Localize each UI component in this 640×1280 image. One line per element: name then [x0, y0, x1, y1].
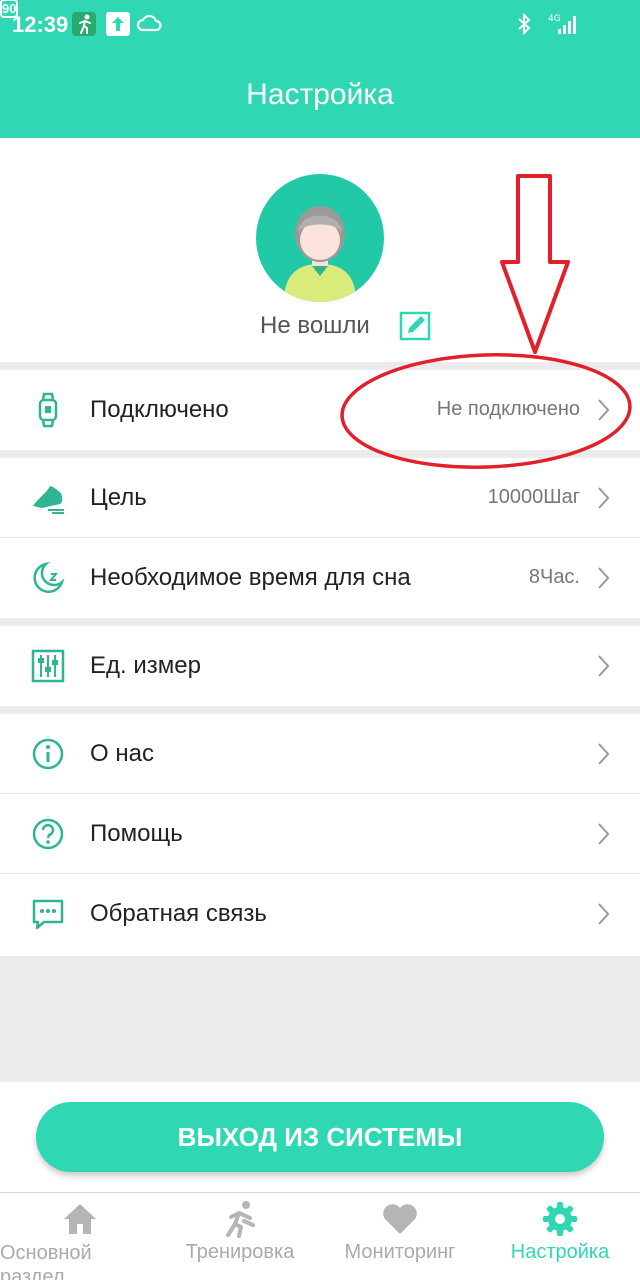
goals-group: Цель 10000Шаг Необходимое время для сна … [0, 458, 640, 618]
signal-4g-icon: 4G [546, 12, 580, 36]
about-row[interactable]: О нас [0, 714, 640, 794]
logout-area: ВЫХОД ИЗ СИСТЕМЫ [0, 1082, 640, 1192]
status-time: 12:39 [12, 12, 69, 37]
logout-button[interactable]: ВЫХОД ИЗ СИСТЕМЫ [36, 1102, 604, 1172]
feedback-row[interactable]: Обратная связь [0, 874, 640, 954]
chevron-right-icon [596, 820, 612, 848]
help-label: Помощь [90, 820, 183, 847]
home-icon [60, 1199, 100, 1239]
avatar[interactable] [256, 174, 384, 302]
chevron-right-icon [596, 396, 612, 424]
page-title: Настройка [246, 78, 394, 111]
connection-group: Подключено Не подключено [0, 370, 640, 450]
moon-icon [30, 560, 66, 596]
tab-training[interactable]: Тренировка [160, 1193, 320, 1280]
connected-row[interactable]: Подключено Не подключено [0, 370, 640, 450]
gear-icon [540, 1199, 580, 1239]
help-icon [30, 816, 66, 852]
tab-monitoring[interactable]: Мониторинг [320, 1193, 480, 1280]
tab-training-label: Тренировка [185, 1241, 295, 1263]
sleep-row[interactable]: Необходимое время для сна 8Час. [0, 538, 640, 618]
profile-section: Не вошли [0, 138, 640, 362]
upload-icon [106, 12, 130, 36]
run-icon [220, 1199, 260, 1239]
tab-monitoring-label: Мониторинг [344, 1241, 456, 1263]
chevron-right-icon [596, 740, 612, 768]
svg-text:4G: 4G [548, 14, 561, 24]
connected-label: Подключено [90, 396, 229, 423]
info-icon [30, 736, 66, 772]
fitness-app-icon [72, 12, 96, 36]
goal-label: Цель [90, 484, 147, 511]
help-row[interactable]: Помощь [0, 794, 640, 874]
cloud-icon [136, 12, 162, 36]
sleep-value: 8Час. [528, 566, 580, 588]
goal-row[interactable]: Цель 10000Шаг [0, 458, 640, 538]
app-header: Настройка [0, 50, 640, 138]
watch-icon [30, 392, 66, 428]
units-label: Ед. измер [90, 652, 201, 679]
shoe-icon [30, 480, 66, 516]
bluetooth-icon [512, 12, 536, 36]
edit-icon[interactable] [398, 310, 432, 342]
chevron-right-icon [596, 564, 612, 592]
goal-value: 10000Шаг [487, 486, 580, 508]
tab-home-label: Основной раздел [0, 1242, 92, 1280]
bottom-tab-bar: Основной раздел Тренировка Мониторинг На… [0, 1192, 640, 1280]
chat-icon [30, 896, 66, 932]
units-group: Ед. измер [0, 626, 640, 706]
connection-status: Не подключено [436, 398, 580, 420]
tab-home[interactable]: Основной раздел [0, 1193, 160, 1280]
about-label: О нас [90, 740, 154, 767]
chevron-right-icon [596, 652, 612, 680]
chevron-right-icon [596, 900, 612, 928]
chevron-right-icon [596, 484, 612, 512]
units-row[interactable]: Ед. измер [0, 626, 640, 706]
info-group: О нас Помощь Обратная связь [0, 714, 640, 956]
heart-icon [380, 1199, 420, 1239]
feedback-label: Обратная связь [90, 900, 267, 927]
sliders-icon [30, 648, 66, 684]
status-bar: 12:39 4G 90 [0, 0, 640, 50]
tab-settings-label: Настройка [510, 1241, 610, 1263]
login-status: Не вошли [260, 312, 370, 339]
tab-settings[interactable]: Настройка [480, 1193, 640, 1280]
sleep-label: Необходимое время для сна [90, 564, 411, 591]
